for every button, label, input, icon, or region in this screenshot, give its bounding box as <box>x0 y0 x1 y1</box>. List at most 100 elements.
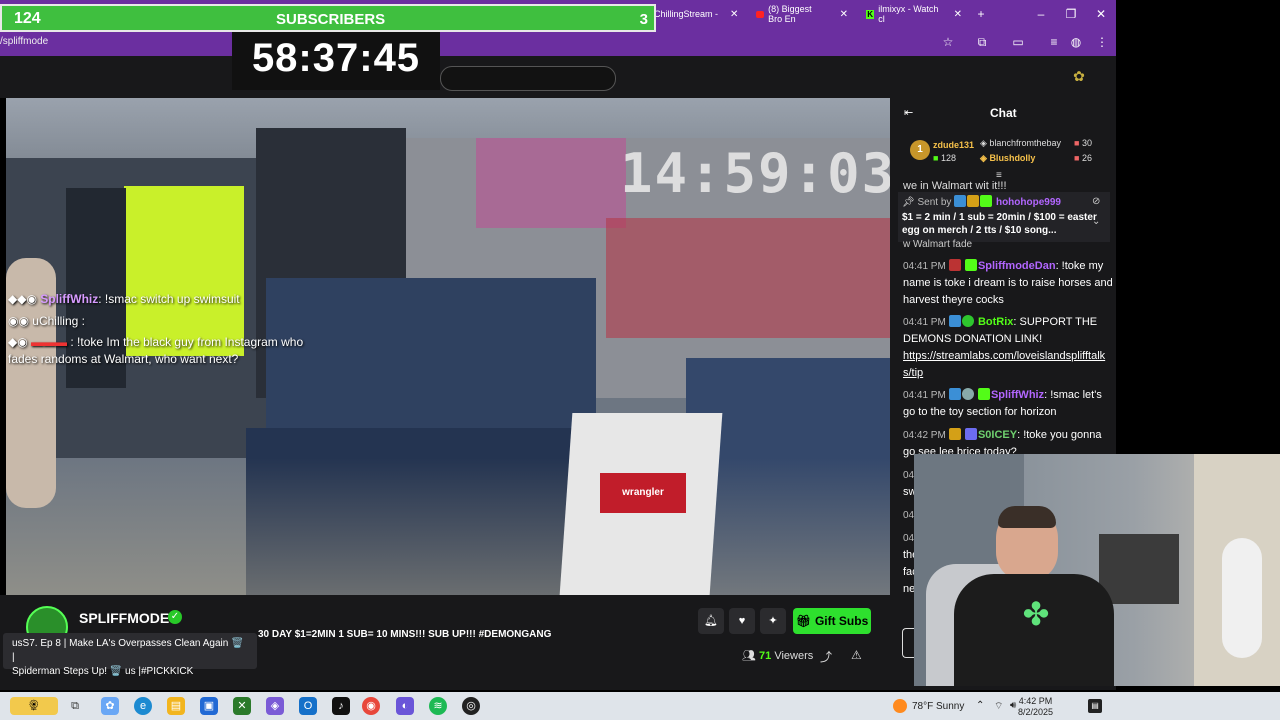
crown-icon <box>948 428 961 440</box>
verified-icon <box>961 315 974 327</box>
overlay-chat-user: uChilling <box>32 314 79 328</box>
weather-icon <box>893 699 907 713</box>
tab-label: ilmixyx - Watch cl <box>878 4 939 24</box>
user-avatar-icon[interactable]: ✿ <box>1070 68 1088 86</box>
cast-icon[interactable]: ▭ <box>1010 34 1026 50</box>
overlay-chat-text: : !smac switch up swimsuit <box>98 292 240 306</box>
weather-text[interactable]: 78°F Sunny <box>912 701 964 712</box>
outlook-icon[interactable]: O <box>299 697 317 715</box>
taskbar-clock[interactable]: 4:42 PM 8/2/2025 <box>1018 696 1053 718</box>
notification-icon[interactable]: ▤ <box>1088 699 1102 713</box>
count-value: 30 <box>1081 138 1092 148</box>
user-name: blanchfromthebay <box>989 138 1061 148</box>
leaderboard-count: ■ 30 <box>1074 138 1092 148</box>
widgets-icon[interactable]: 🌻︎ <box>10 697 58 715</box>
search-input[interactable] <box>440 66 616 91</box>
tray-chevron-icon[interactable]: ⌃ <box>976 700 984 711</box>
tab-kick[interactable]: K ilmixyx - Watch cl ✕ <box>860 4 968 24</box>
maximize-button[interactable]: ❐ <box>1056 4 1086 24</box>
pinned-message[interactable]: 📌︎ Sent by hohohope999 $1 = 2 min / 1 su… <box>898 192 1110 242</box>
leaderboard-user[interactable]: ◈ blanchfromthebay <box>980 138 1061 149</box>
edge-icon[interactable]: e <box>134 697 152 715</box>
clock-date: 8/2/2025 <box>1018 707 1054 717</box>
notification-bell-button[interactable]: 🔔︎ <box>698 608 724 634</box>
tooltip-line: Spiderman Steps Up! 🗑️ us |#PICKKICK <box>12 666 194 677</box>
chat-timestamp: 04:41 PM <box>903 317 946 328</box>
leaderboard-top-user[interactable]: zdude131 <box>933 140 974 150</box>
channel-name[interactable]: SPLIFFMODE <box>79 610 169 626</box>
user-name: Blushdolly <box>989 153 1036 163</box>
gift-subs-button[interactable]: 🎁︎ Gift Subs <box>793 608 871 634</box>
globe-icon <box>961 388 974 400</box>
chrome-icon[interactable]: ◉ <box>362 697 380 715</box>
discord-icon[interactable]: ◐ <box>396 697 414 715</box>
collapse-chat-icon[interactable]: ⇤ <box>904 106 913 119</box>
webcam-overlay: ✤ <box>914 454 1280 686</box>
photos-icon[interactable]: ◈ <box>266 697 284 715</box>
badge-icon <box>954 195 967 207</box>
pinned-text: $1 = 2 min / 1 sub = 20min / $100 = east… <box>902 212 1097 236</box>
overlay-chat-line: ◆◆◉ SpliffWhiz: !smac switch up swimsuit <box>8 292 240 306</box>
stream-title: 30 DAY $1=2MIN 1 SUB= 10 MINS!!! SUB UP!… <box>258 629 552 640</box>
file-explorer-icon[interactable]: ▤ <box>167 697 185 715</box>
url-text[interactable]: /spliffmode <box>0 36 48 47</box>
network-icon[interactable]: ⌔ <box>994 700 1003 713</box>
overlay-chat-user: SpliffWhiz <box>40 292 99 306</box>
minimize-button[interactable]: – <box>1026 4 1056 24</box>
extension-icon[interactable]: ⧉ <box>974 34 990 50</box>
chat-username[interactable]: SpliffmodeDan <box>978 260 1056 272</box>
clock-time: 4:42 PM <box>1018 696 1053 706</box>
chat-message: 04:41 PM SpliffWhiz: !smac let's go to t… <box>903 387 1113 421</box>
star-icon[interactable]: ☆ <box>940 34 956 50</box>
chat-timestamp: 04:42 PM <box>903 430 946 441</box>
media-icon[interactable]: ≡ <box>1046 34 1062 50</box>
tiktok-icon[interactable]: ♪ <box>332 697 350 715</box>
tooltip-line: usS7. Ep 8 | Make LA's Overpasses Clean … <box>12 638 244 663</box>
close-icon[interactable]: ✕ <box>954 9 962 20</box>
close-icon[interactable]: ✕ <box>840 9 848 20</box>
chat-username[interactable]: SpliffWhiz <box>991 389 1044 401</box>
video-overlay-timer: 14:59:03 <box>620 142 897 205</box>
chat-username[interactable]: BotRix <box>978 316 1013 328</box>
volume-icon[interactable]: 🔊︎ <box>1010 700 1016 711</box>
sparkle-button[interactable]: ✦ <box>760 608 786 634</box>
menu-icon[interactable]: ⋮ <box>1094 34 1110 50</box>
leaderboard-user[interactable]: ◈ Blushdolly <box>980 153 1035 164</box>
sub-goal-label: SUBSCRIBERS <box>276 11 386 28</box>
spotify-icon[interactable]: ≋ <box>429 697 447 715</box>
copilot-icon[interactable]: ✿ <box>101 697 119 715</box>
obs-icon[interactable]: ◎ <box>462 697 480 715</box>
new-tab-button[interactable]: + <box>966 4 996 24</box>
profile-icon[interactable]: ◍ <box>1068 34 1084 50</box>
xbox-icon[interactable]: ✕ <box>233 697 251 715</box>
subathon-timer: 58:37:45 <box>251 36 421 80</box>
share-icon[interactable]: ⤴ <box>820 648 832 665</box>
store-sign: wrangler <box>600 473 686 513</box>
close-window-button[interactable]: ✕ <box>1086 4 1116 24</box>
sub-goal-right-count: 3 <box>639 11 648 28</box>
kick-icon: K <box>866 9 875 19</box>
overlay-chat-line: ◆◉ ▬▬▬ : !toke Im the black guy from Ins… <box>8 335 304 349</box>
tooltip: usS7. Ep 8 | Make LA's Overpasses Clean … <box>3 633 257 677</box>
chevron-down-icon[interactable]: ⌄ <box>1092 216 1100 227</box>
task-view-icon[interactable]: ⧉ <box>66 697 84 715</box>
youtube-icon <box>756 10 765 18</box>
unpin-icon[interactable]: ⊘ <box>1092 196 1100 207</box>
leaderboard-top-count: ■ 128 <box>933 153 956 163</box>
follow-heart-button[interactable]: ♥ <box>729 608 755 634</box>
count-value: 26 <box>1081 153 1092 163</box>
users-icon: 👥︎ <box>742 650 756 662</box>
leaderboard-rank-badge: 1 <box>910 140 930 160</box>
crown-icon <box>967 195 980 207</box>
tab-youtube[interactable]: (8) Biggest Bro En ✕ <box>750 4 854 24</box>
close-icon[interactable]: ✕ <box>730 9 738 20</box>
gift-icon: ■ <box>933 153 939 163</box>
chat-username[interactable]: S0ICEY <box>978 429 1017 441</box>
store-icon[interactable]: ▣ <box>200 697 218 715</box>
donation-link[interactable]: https://streamlabs.com/loveislandsplifft… <box>903 348 1113 382</box>
overlay-chat-text: : <box>78 314 85 328</box>
sub-count: 124 <box>14 10 41 27</box>
chat-message-partial: w Walmart fade <box>903 239 973 250</box>
tab-chilling-stream[interactable]: ChillingStream - ✕ <box>648 4 746 24</box>
report-icon[interactable]: ⚠ <box>851 648 862 662</box>
